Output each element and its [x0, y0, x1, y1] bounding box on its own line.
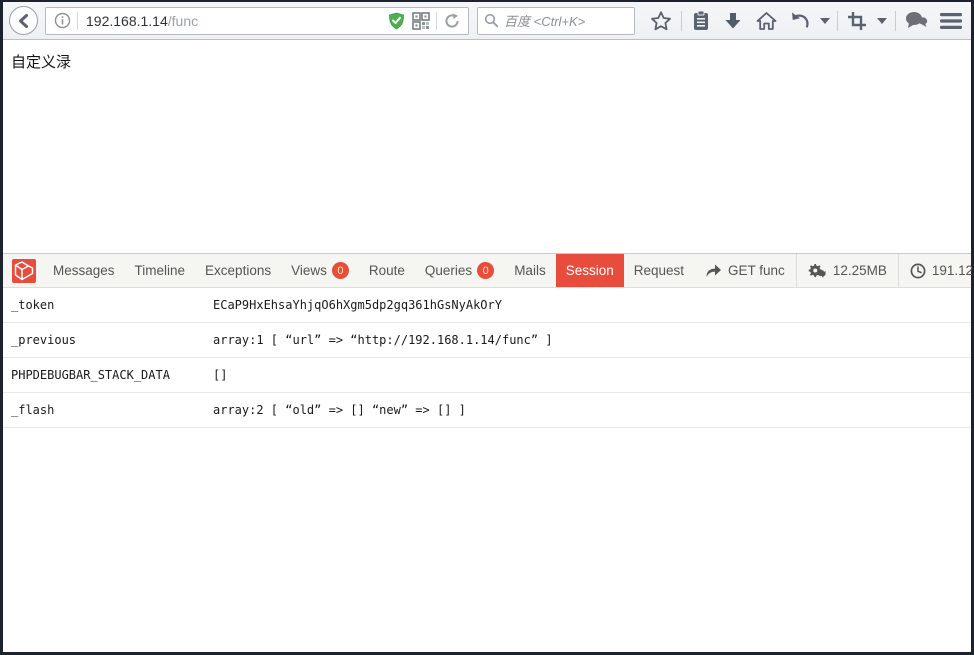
session-table: _tokenECaP9HxEhsaYhjqO6hXgm5dp2gq361hGsN… — [3, 288, 971, 652]
bookmark-star-button[interactable] — [647, 6, 675, 36]
url-path: /func — [168, 13, 198, 29]
search-icon — [484, 13, 499, 28]
time-label: 191.12ms — [932, 263, 974, 278]
tab-label: Request — [634, 263, 684, 278]
debugbar-tab-session[interactable]: Session — [556, 254, 624, 287]
url-host: 192.168.1.14 — [86, 13, 168, 29]
tab-label: Timeline — [135, 263, 186, 278]
session-key: PHPDEBUGBAR_STACK_DATA — [3, 368, 213, 382]
toolbar-divider — [681, 11, 682, 31]
debugbar-tab-messages[interactable]: Messages — [43, 254, 125, 287]
tab-label: Messages — [53, 263, 115, 278]
debugbar-status: GET func 12.25MB 191.12ms — [694, 254, 974, 287]
request-label: GET func — [728, 263, 785, 278]
table-row: _flasharray:2 [ “old” => [] “new” => [] … — [3, 393, 971, 428]
debugbar-tab-timeline[interactable]: Timeline — [125, 254, 196, 287]
back-arrow-icon — [16, 13, 32, 29]
qrcode-icon[interactable] — [412, 12, 430, 30]
search-box[interactable]: 百度 <Ctrl+K> — [477, 7, 635, 35]
back-button[interactable] — [9, 6, 38, 35]
toolbar-divider3 — [895, 11, 896, 31]
laravel-logo-icon[interactable] — [3, 254, 43, 287]
menu-hamburger-button[interactable] — [937, 6, 965, 36]
session-key: _previous — [3, 333, 213, 347]
browser-toolbar: 192.168.1.14/func 百度 <Ctrl+K> — [3, 2, 971, 40]
debugbar-tabs: Messages Timeline Exceptions Views 0 Route Que… — [43, 254, 694, 287]
session-value: [] — [213, 368, 971, 382]
reload-button[interactable] — [437, 13, 468, 29]
forward-arrow-icon — [705, 263, 722, 278]
session-value: ECaP9HxEhsaYhjqO6hXgm5dp2gq361hGsNyAkOrY — [213, 298, 971, 312]
screenshot-dropdown-caret[interactable] — [876, 6, 888, 36]
undo-history-button[interactable] — [786, 6, 813, 36]
downloads-button[interactable] — [720, 6, 746, 36]
debugbar-tab-mails[interactable]: Mails — [504, 254, 556, 287]
table-row: _tokenECaP9HxEhsaYhjqO6hXgm5dp2gq361hGsN… — [3, 288, 971, 323]
tab-label: Queries — [425, 263, 472, 278]
memory-indicator: 12.25MB — [796, 254, 898, 287]
time-indicator: 191.12ms — [898, 254, 974, 287]
session-key: _token — [3, 298, 213, 312]
request-indicator[interactable]: GET func — [694, 254, 796, 287]
toolbar-divider2 — [837, 11, 838, 31]
undo-dropdown-caret[interactable] — [819, 6, 831, 36]
table-row: PHPDEBUGBAR_STACK_DATA[] — [3, 358, 971, 393]
debugbar-tab-exceptions[interactable]: Exceptions — [195, 254, 281, 287]
tab-label: Route — [369, 263, 405, 278]
home-button[interactable] — [753, 6, 780, 36]
debugbar: Messages Timeline Exceptions Views 0 Route Que… — [3, 253, 971, 652]
tab-badge: 0 — [332, 262, 349, 279]
tab-badge: 0 — [477, 262, 494, 279]
session-value: array:2 [ “old” => [] “new” => [] ] — [213, 403, 971, 417]
page-content: 自定义渌 — [3, 40, 971, 253]
debugbar-tab-views[interactable]: Views 0 — [281, 254, 359, 287]
session-value: array:1 [ “url” => “http://192.168.1.14/… — [213, 333, 971, 347]
tab-label: Session — [566, 263, 614, 278]
tab-label: Mails — [514, 263, 546, 278]
page-text: 自定义渌 — [11, 51, 963, 72]
url-text[interactable]: 192.168.1.14/func — [78, 13, 388, 29]
clock-icon — [910, 263, 926, 279]
memory-label: 12.25MB — [833, 263, 887, 278]
chat-bubble-button[interactable] — [902, 6, 931, 36]
security-shield-icon[interactable] — [388, 12, 405, 30]
debugbar-header: Messages Timeline Exceptions Views 0 Route Que… — [3, 254, 971, 288]
screenshot-crop-button[interactable] — [844, 6, 870, 36]
bookmarks-clipboard-button[interactable] — [688, 6, 714, 36]
browser-window: 192.168.1.14/func 百度 <Ctrl+K> — [0, 0, 974, 655]
table-row: _previousarray:1 [ “url” => “http://192.… — [3, 323, 971, 358]
tab-label: Exceptions — [205, 263, 271, 278]
gears-icon — [808, 263, 827, 279]
debugbar-tab-queries[interactable]: Queries 0 — [415, 254, 504, 287]
search-placeholder: 百度 <Ctrl+K> — [504, 11, 585, 30]
url-bar[interactable]: 192.168.1.14/func — [45, 7, 469, 35]
debugbar-tab-route[interactable]: Route — [359, 254, 415, 287]
debugbar-tab-request[interactable]: Request — [624, 254, 694, 287]
site-info-icon[interactable] — [46, 12, 77, 29]
session-key: _flash — [3, 403, 213, 417]
tab-label: Views — [291, 263, 327, 278]
